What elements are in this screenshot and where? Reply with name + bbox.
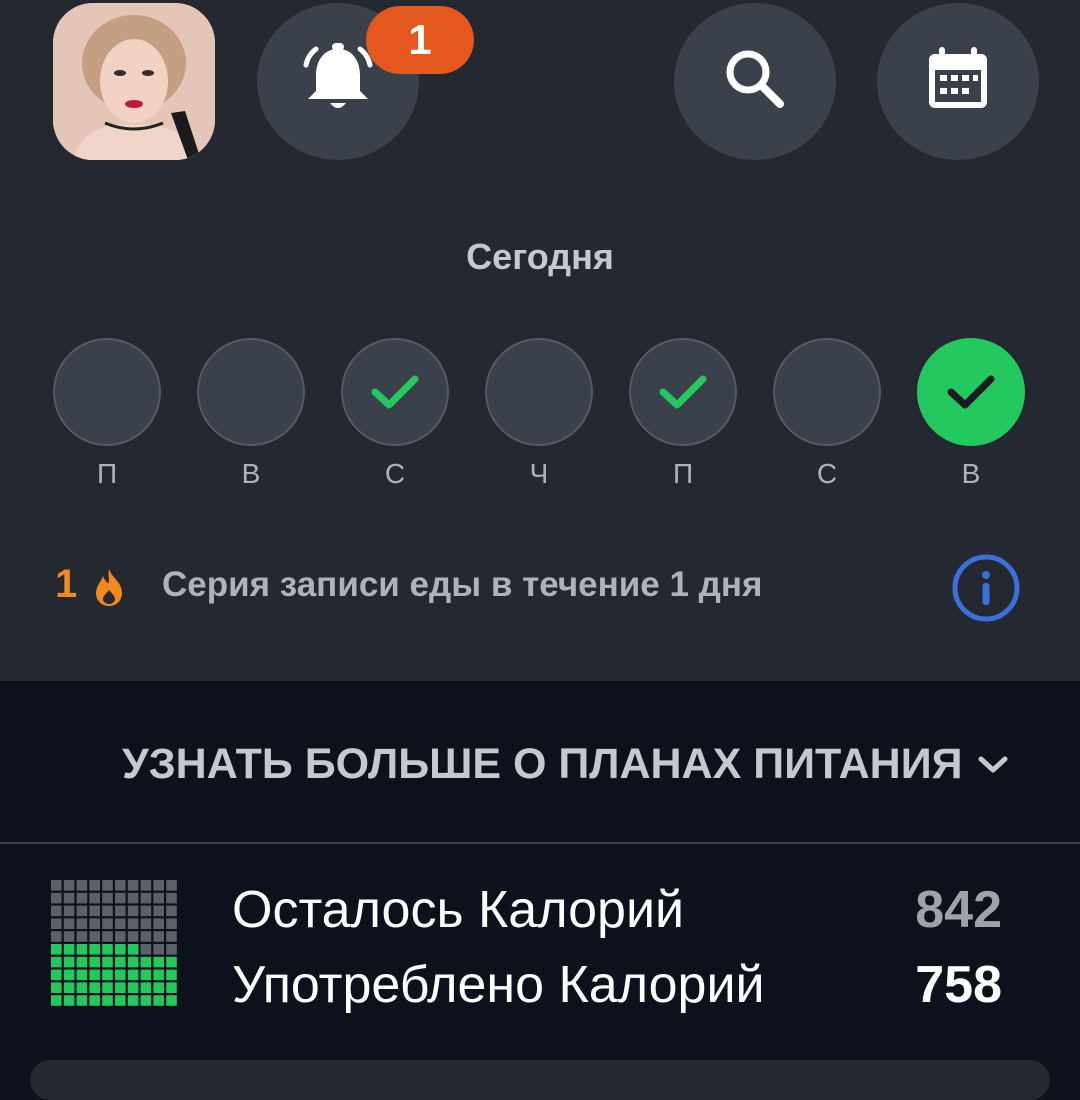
notification-badge: 1 xyxy=(366,6,474,74)
day-circle[interactable] xyxy=(917,338,1025,446)
today-title: Сегодня xyxy=(466,236,614,277)
check-icon xyxy=(657,372,709,412)
day-label: С xyxy=(816,458,838,489)
meal-plans-link[interactable]: УЗНАТЬ БОЛЬШЕ О ПЛАНАХ ПИТАНИЯ xyxy=(122,740,1009,789)
day-label: Ч xyxy=(529,458,549,489)
calendar-button[interactable] xyxy=(877,3,1039,160)
search-icon xyxy=(720,44,790,119)
day-5[interactable]: С xyxy=(773,338,881,490)
next-card xyxy=(30,1060,1050,1100)
calories-remaining-row: Осталось Калорий 842 xyxy=(232,880,1002,940)
section-divider xyxy=(0,842,1080,844)
flame-icon xyxy=(88,566,130,613)
day-circle[interactable] xyxy=(485,338,593,446)
day-4[interactable]: П xyxy=(629,338,737,490)
check-icon xyxy=(369,372,421,412)
day-label: В xyxy=(241,458,261,489)
streak-count: 1 xyxy=(55,562,78,606)
day-1[interactable]: В xyxy=(197,338,305,490)
day-0[interactable]: П xyxy=(53,338,161,490)
day-label: П xyxy=(672,458,694,489)
day-circle[interactable] xyxy=(53,338,161,446)
calorie-grid-icon xyxy=(51,880,179,1013)
search-button[interactable] xyxy=(674,3,836,160)
check-icon xyxy=(945,372,997,412)
day-6[interactable]: В xyxy=(917,338,1025,490)
day-2[interactable]: С xyxy=(341,338,449,490)
day-label: В xyxy=(961,458,981,489)
calories-consumed-row: Употреблено Калорий 758 xyxy=(232,955,1002,1015)
day-circle[interactable] xyxy=(773,338,881,446)
calories-remaining-label: Осталось Калорий xyxy=(232,881,685,939)
day-3[interactable]: Ч xyxy=(485,338,593,490)
day-circle[interactable] xyxy=(197,338,305,446)
info-icon[interactable] xyxy=(951,553,1021,628)
meal-plans-link-label: УЗНАТЬ БОЛЬШЕ О ПЛАНАХ ПИТАНИЯ xyxy=(122,740,963,788)
chevron-down-icon xyxy=(977,755,1009,775)
calories-consumed-value: 758 xyxy=(915,956,1002,1014)
calories-remaining-value: 842 xyxy=(915,881,1002,939)
streak-text: Серия записи еды в течение 1 дня xyxy=(162,565,763,604)
calendar-icon xyxy=(923,44,993,119)
day-label: П xyxy=(96,458,118,489)
avatar[interactable] xyxy=(53,3,215,160)
calories-consumed-label: Употреблено Калорий xyxy=(232,956,765,1014)
day-circle[interactable] xyxy=(341,338,449,446)
day-circle[interactable] xyxy=(629,338,737,446)
day-label: С xyxy=(384,458,406,489)
